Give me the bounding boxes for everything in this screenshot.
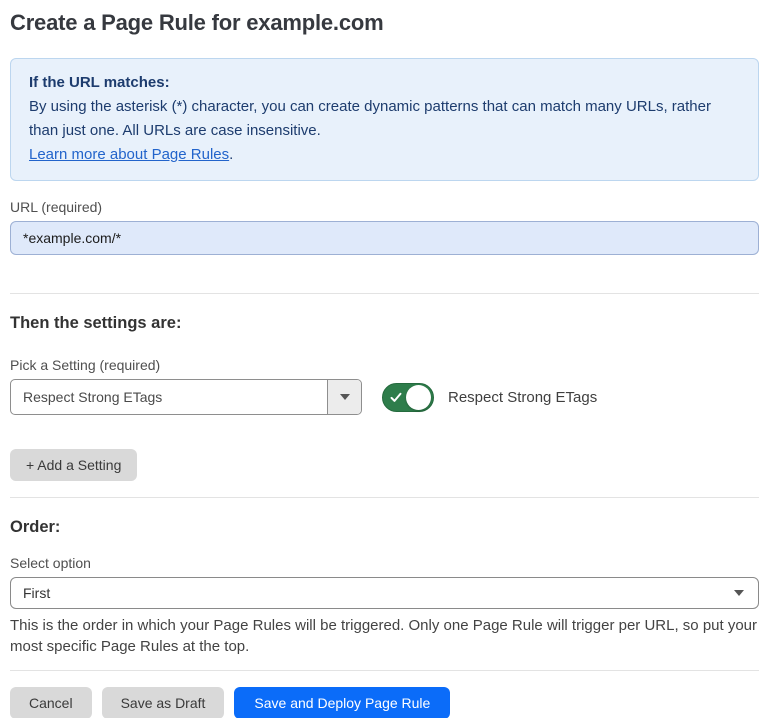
footer-divider	[10, 670, 759, 671]
section-divider	[10, 293, 759, 294]
link-suffix: .	[229, 146, 233, 163]
save-draft-button[interactable]: Save as Draft	[102, 687, 225, 718]
pick-setting-label: Pick a Setting (required)	[10, 357, 759, 373]
save-deploy-button[interactable]: Save and Deploy Page Rule	[234, 687, 450, 718]
setting-select[interactable]: Respect Strong ETags	[10, 379, 362, 415]
info-box-heading: If the URL matches:	[29, 71, 740, 95]
learn-more-link[interactable]: Learn more about Page Rules	[29, 146, 229, 163]
info-box-link-line: Learn more about Page Rules.	[29, 143, 740, 167]
chevron-down-icon	[340, 394, 350, 400]
order-select-value: First	[23, 585, 50, 601]
setting-toggle[interactable]	[382, 383, 434, 412]
order-help-text: This is the order in which your Page Rul…	[10, 615, 759, 657]
url-field-label: URL (required)	[10, 199, 759, 215]
order-section-heading: Order:	[10, 518, 759, 537]
setting-select-value: Respect Strong ETags	[11, 380, 327, 414]
setting-select-row: Respect Strong ETags Respect Strong ETag…	[10, 379, 759, 415]
settings-section-heading: Then the settings are:	[10, 314, 759, 333]
cancel-button[interactable]: Cancel	[10, 687, 92, 718]
info-box-body: By using the asterisk (*) character, you…	[29, 95, 740, 143]
action-buttons-row: Cancel Save as Draft Save and Deploy Pag…	[10, 687, 759, 718]
url-input[interactable]	[10, 221, 759, 255]
toggle-knob	[406, 385, 431, 410]
chevron-down-icon	[734, 590, 744, 596]
setting-toggle-label: Respect Strong ETags	[448, 389, 597, 406]
page-rule-form: Create a Page Rule for example.com If th…	[0, 10, 769, 718]
url-match-info-box: If the URL matches: By using the asteris…	[10, 58, 759, 181]
setting-select-arrow-box[interactable]	[327, 380, 361, 414]
check-icon	[390, 392, 402, 403]
page-title: Create a Page Rule for example.com	[10, 10, 759, 36]
order-select[interactable]: First	[10, 577, 759, 609]
order-select-label: Select option	[10, 555, 759, 571]
section-divider	[10, 497, 759, 498]
add-setting-button[interactable]: + Add a Setting	[10, 449, 137, 481]
